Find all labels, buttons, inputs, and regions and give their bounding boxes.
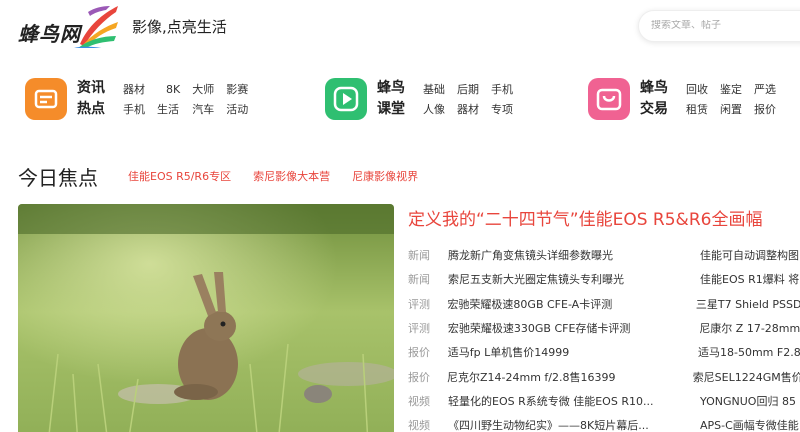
news-list: 新闻 腾龙新广角变焦镜头详细参数曝光 佳能可自动调整构图 新闻 索尼五支新大光圈…	[408, 243, 800, 432]
nav-link[interactable]: 器材	[457, 100, 479, 120]
focus-link[interactable]: 尼康影像视界	[352, 168, 418, 184]
news-category[interactable]: 评测	[408, 320, 448, 336]
nav-link[interactable]: 手机	[491, 80, 513, 100]
news-title[interactable]: 腾龙新广角变焦镜头详细参数曝光	[448, 247, 700, 263]
nav-link[interactable]: 手机	[123, 100, 145, 120]
nav-link[interactable]: 大师	[192, 80, 214, 100]
nav-link[interactable]: 专项	[491, 100, 513, 120]
nav-link[interactable]: 活动	[226, 100, 248, 120]
news-row: 视频 轻量化的EOS R系统专微 佳能EOS R10... YONGNUO回归 …	[408, 389, 800, 413]
news-side-title[interactable]: 三星T7 Shield PSSD	[696, 296, 800, 312]
news-category[interactable]: 视频	[408, 393, 448, 409]
news-title[interactable]: 宏驰荣耀极速80GB CFE-A卡评测	[447, 296, 695, 312]
news-side-title[interactable]: 佳能EOS R1爆料 将	[700, 271, 799, 287]
news-title[interactable]: 索尼五支新大光圈定焦镜头专利曝光	[448, 271, 700, 287]
nav-title-trade[interactable]: 蜂鸟 交易	[640, 78, 676, 120]
news-side-title[interactable]: 尼康尔 Z 17-28mm	[699, 320, 800, 336]
logo[interactable]: 蜂鸟网	[18, 6, 118, 48]
news-row: 评测 宏驰荣耀极速330GB CFE存储卡评测 尼康尔 Z 17-28mm	[408, 316, 800, 340]
nav-title-line1: 蜂鸟	[377, 80, 405, 96]
news-row: 新闻 腾龙新广角变焦镜头详细参数曝光 佳能可自动调整构图	[408, 243, 800, 267]
nav-link[interactable]: 闲置	[720, 100, 742, 120]
search-input[interactable]	[651, 20, 800, 31]
nav-link[interactable]: 人像	[423, 100, 445, 120]
nav-title-line2: 交易	[640, 101, 668, 117]
news-title[interactable]: 适马fp L单机售价14999	[448, 344, 698, 360]
news-row: 评测 宏驰荣耀极速80GB CFE-A卡评测 三星T7 Shield PSSD	[408, 292, 800, 316]
nav-title-classroom[interactable]: 蜂鸟 课堂	[377, 78, 413, 120]
nav-link[interactable]: 报价	[754, 100, 776, 120]
nav-link[interactable]: 器材	[123, 80, 145, 100]
headline-link[interactable]: 定义我的“二十四节气”佳能EOS R5&R6全画幅	[408, 205, 762, 230]
nav-link[interactable]: 8K	[157, 80, 180, 100]
news-row: 视频 《四川野生动物纪实》——8K短片幕后... APS-C画幅专微佳能	[408, 413, 800, 432]
nav-link[interactable]: 生活	[157, 100, 180, 120]
news-row: 新闻 索尼五支新大光圈定焦镜头专利曝光 佳能EOS R1爆料 将	[408, 267, 800, 291]
news-row: 报价 适马fp L单机售价14999 适马18-50mm F2.8	[408, 340, 800, 364]
search-box[interactable]	[638, 10, 800, 42]
news-category[interactable]: 报价	[408, 344, 448, 360]
nav-link[interactable]: 租赁	[686, 100, 708, 120]
news-category[interactable]: 视频	[408, 417, 448, 432]
nav-group-news: 资讯 热点 器材 8K 大师 影赛 手机 生活 汽车 活动	[25, 78, 275, 120]
news-title[interactable]: 轻量化的EOS R系统专微 佳能EOS R10...	[448, 393, 700, 409]
news-title[interactable]: 宏驰荣耀极速330GB CFE存储卡评测	[448, 320, 699, 336]
nav-group-classroom: 蜂鸟 课堂 基础 后期 手机 人像 器材 专项	[325, 78, 555, 120]
news-category[interactable]: 评测	[408, 296, 447, 312]
nav-link[interactable]: 回收	[686, 80, 708, 100]
news-category[interactable]: 新闻	[408, 247, 448, 263]
nav-link[interactable]: 鉴定	[720, 80, 742, 100]
nav-link[interactable]: 严选	[754, 80, 776, 100]
news-side-title[interactable]: APS-C画幅专微佳能	[700, 417, 799, 432]
nav-title-news[interactable]: 资讯 热点	[77, 78, 113, 120]
news-title[interactable]: 《四川野生动物纪实》——8K短片幕后...	[448, 417, 700, 432]
slogan: 影像,点亮生活	[132, 18, 227, 36]
nav-group-trade: 蜂鸟 交易 回收 鉴定 严选 租赁 闲置 报价	[588, 78, 800, 120]
featured-photo[interactable]	[18, 204, 394, 432]
focus-link[interactable]: 佳能EOS R5/R6专区	[128, 168, 231, 184]
nav-title-line1: 蜂鸟	[640, 80, 668, 96]
shopping-bag-icon[interactable]	[588, 78, 630, 120]
section-title: 今日焦点	[18, 166, 98, 190]
nav-link[interactable]: 基础	[423, 80, 445, 100]
play-icon[interactable]	[325, 78, 367, 120]
nav-title-line2: 课堂	[377, 101, 405, 117]
news-icon[interactable]	[25, 78, 67, 120]
nav-link[interactable]: 后期	[457, 80, 479, 100]
focus-links: 佳能EOS R5/R6专区 索尼影像大本营 尼康影像视界	[128, 168, 418, 184]
nav-title-line2: 热点	[77, 101, 105, 117]
news-side-title[interactable]: 佳能可自动调整构图	[700, 247, 799, 263]
nav-link[interactable]: 汽车	[192, 100, 214, 120]
focus-link[interactable]: 索尼影像大本营	[253, 168, 330, 184]
news-side-title[interactable]: 索尼SEL1224GM售价	[693, 369, 800, 385]
nav-link[interactable]: 影赛	[226, 80, 248, 100]
news-row: 报价 尼克尔Z14-24mm f/2.8售16399 索尼SEL1224GM售价	[408, 364, 800, 388]
nav-title-line1: 资讯	[77, 80, 105, 96]
news-side-title[interactable]: 适马18-50mm F2.8	[698, 344, 800, 360]
news-title[interactable]: 尼克尔Z14-24mm f/2.8售16399	[447, 369, 693, 385]
news-category[interactable]: 新闻	[408, 271, 448, 287]
logo-text: 蜂鸟网	[18, 22, 81, 46]
news-category[interactable]: 报价	[408, 369, 447, 385]
news-side-title[interactable]: YONGNUO回归 85	[700, 393, 796, 409]
